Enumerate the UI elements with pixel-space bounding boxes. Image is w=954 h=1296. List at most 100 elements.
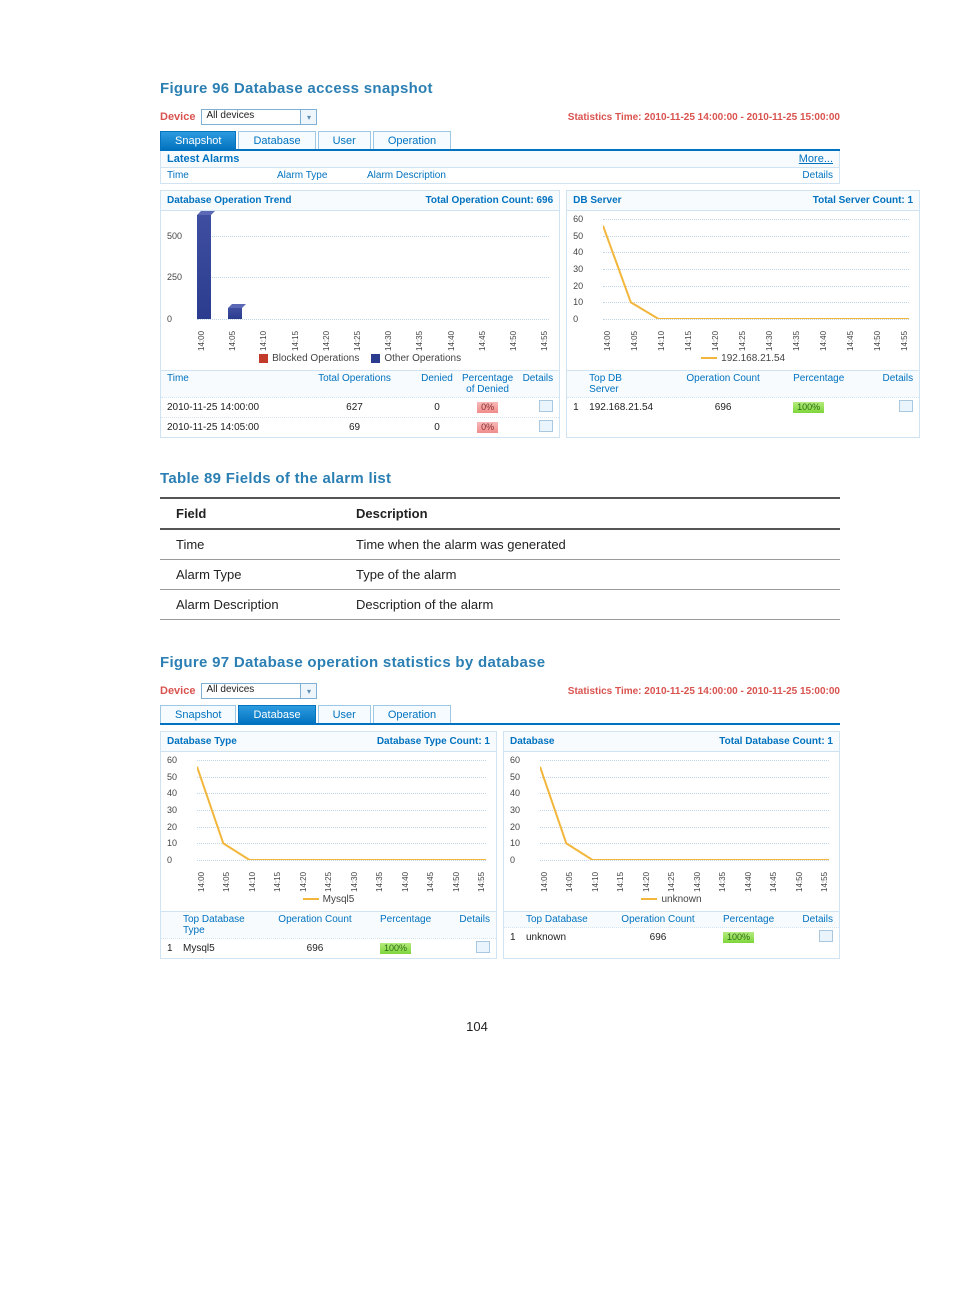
th-pct: Percentage [723,914,793,925]
line-chart: 010203040506014:0014:0514:1014:1514:2014… [567,211,919,351]
cell-total: 69 [297,422,412,433]
cell-name: 192.168.21.54 [589,402,653,413]
tab-operation[interactable]: Operation [373,705,451,723]
latest-alarms-label: Latest Alarms [167,153,239,165]
details-icon[interactable] [819,930,833,942]
th-pct: Percentage [793,373,873,395]
cell-denied: 0 [412,422,462,433]
table-row: 1 192.168.21.54 696 100% [567,397,919,417]
device-input[interactable]: All devices [201,109,301,125]
th-total: Total Operations [297,373,412,395]
cell-field: Time [160,529,340,560]
table-row: 2010-11-25 14:05:00 69 0 0% [161,417,559,437]
cell-op: 696 [250,943,380,954]
legend: unknown [504,892,839,911]
th-top: Top DB Server [589,373,653,395]
line-chart: 010203040506014:0014:0514:1014:1514:2014… [161,752,496,892]
th-pct: Percentage [380,914,450,936]
th-details: Details [450,914,490,936]
legend-other: Other Operations [384,353,461,364]
table-row: Alarm DescriptionDescription of the alar… [160,590,840,620]
panels: Database Type Database Type Count: 1 010… [160,731,840,959]
tab-database[interactable]: Database [238,705,315,723]
details-icon[interactable] [539,420,553,432]
details-icon[interactable] [539,400,553,412]
th-rank [573,373,589,395]
device-row: Device All devices ▾ Statistics Time: 20… [160,107,840,131]
th-details: Details [513,373,553,395]
cell-rank: 1 [510,932,526,943]
panel-title: Database [510,736,554,747]
cell-time: 2010-11-25 14:05:00 [167,422,297,433]
tab-user[interactable]: User [318,705,371,723]
details-icon[interactable] [899,400,913,412]
legend-swatch-blocked [259,354,268,363]
panel-title: Database Type [167,736,237,747]
tabs: Snapshot Database User Operation [160,131,840,151]
panel-right-label: Total Server Count: 1 [813,195,913,206]
details-icon[interactable] [476,941,490,953]
col-alarm-desc: Alarm Description [367,170,793,181]
tab-user[interactable]: User [318,131,371,149]
th-pct: Percentage of Denied [462,373,513,395]
statistics-time: Statistics Time: 2010-11-25 14:00:00 - 2… [568,112,840,123]
chevron-down-icon[interactable]: ▾ [301,109,317,125]
cell-field: Alarm Type [160,560,340,590]
panels: Database Operation Trend Total Operation… [160,190,840,438]
th-op: Operation Count [593,914,723,925]
legend-swatch-line [641,898,657,900]
th-details: Details [873,373,913,395]
trend-table: Time Total Operations Denied Percentage … [161,370,559,437]
statistics-time: Statistics Time: 2010-11-25 14:00:00 - 2… [568,686,840,697]
figure96-caption: Figure 96 Database access snapshot [160,80,854,97]
cell-pct: 100% [793,402,824,413]
legend-series: unknown [661,894,701,905]
table-row: Alarm TypeType of the alarm [160,560,840,590]
device-row: Device All devices ▾ Statistics Time: 20… [160,681,840,705]
tab-snapshot[interactable]: Snapshot [160,131,236,149]
cell-pct: 0% [477,422,498,433]
device-select: All devices ▾ [201,683,317,699]
th-op: Operation Count [250,914,380,936]
panel-right-label: Database Type Count: 1 [377,736,490,747]
more-link[interactable]: More... [799,153,833,165]
th-desc: Description [340,498,840,529]
operation-trend-panel: Database Operation Trend Total Operation… [160,190,560,438]
tab-operation[interactable]: Operation [373,131,451,149]
database-panel: Database Total Database Count: 1 0102030… [503,731,840,959]
th-rank [167,914,183,936]
cell-desc: Time when the alarm was generated [340,529,840,560]
tab-database[interactable]: Database [238,131,315,149]
legend: 192.168.21.54 [567,351,919,370]
cell-total: 627 [297,402,412,413]
server-table: Top DB Server Operation Count Percentage… [567,370,919,417]
panel-title: DB Server [573,195,621,206]
table89-caption: Table 89 Fields of the alarm list [160,470,854,487]
device-label: Device [160,685,195,697]
col-alarm-type: Alarm Type [277,170,367,181]
alarm-fields-table: Field Description TimeTime when the alar… [160,497,840,620]
cell-desc: Description of the alarm [340,590,840,620]
panel-right-label: Total Operation Count: 696 [426,195,554,206]
page-number: 104 [0,1019,954,1034]
th-time: Time [167,373,297,395]
tab-snapshot[interactable]: Snapshot [160,705,236,723]
tabs: Snapshot Database User Operation [160,705,840,725]
latest-alarms-header: Latest Alarms More... [160,151,840,168]
legend-blocked: Blocked Operations [272,353,359,364]
figure96: Device All devices ▾ Statistics Time: 20… [160,107,840,438]
col-details: Details [793,170,833,181]
cell-time: 2010-11-25 14:00:00 [167,402,297,413]
legend: Mysql5 [161,892,496,911]
cell-field: Alarm Description [160,590,340,620]
device-input[interactable]: All devices [201,683,301,699]
legend-series: 192.168.21.54 [721,353,785,364]
chevron-down-icon[interactable]: ▾ [301,683,317,699]
database-type-panel: Database Type Database Type Count: 1 010… [160,731,497,959]
alarm-columns: Time Alarm Type Alarm Description Detail… [160,168,840,184]
th-top: Top Database [526,914,593,925]
th-denied: Denied [412,373,462,395]
cell-pct: 0% [477,402,498,413]
th-details: Details [793,914,833,925]
cell-name: unknown [526,932,593,943]
